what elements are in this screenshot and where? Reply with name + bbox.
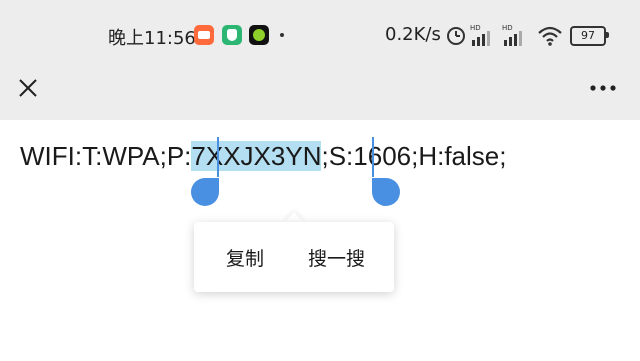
selection-handle-start[interactable] — [190, 137, 220, 207]
net-speed: 0.2K/s — [385, 24, 441, 45]
top-bar — [0, 70, 640, 120]
svg-text:HD: HD — [502, 24, 513, 32]
selection-handle-end[interactable] — [371, 137, 401, 207]
text-after-selection: ;S:1606;H:false; — [321, 141, 507, 171]
shield-app-icon — [222, 25, 242, 45]
video-app-icon — [194, 25, 214, 45]
green-dot-app-icon — [249, 25, 269, 45]
search-button[interactable]: 搜一搜 — [308, 244, 365, 271]
hd-signal-icon: HD — [502, 24, 522, 46]
selection-popup-menu: 复制 搜一搜 — [194, 222, 394, 292]
battery-icon: 97 — [570, 26, 606, 46]
svg-text:HD: HD — [470, 24, 481, 32]
copy-button[interactable]: 复制 — [226, 244, 264, 271]
text-before-selection: WIFI:T:WPA;P: — [20, 141, 192, 171]
status-time: 晚上11:56 — [108, 28, 196, 49]
battery-tip — [606, 32, 609, 38]
status-bar: 晚上11:56 0.2K/s HD HD 97 — [0, 0, 640, 70]
status-icons: HD HD — [447, 24, 562, 46]
notification-dot — [280, 33, 284, 37]
qr-content-text[interactable]: WIFI:T:WPA;P:7XXJX3YN;S:1606;H:false; — [20, 141, 506, 172]
alarm-icon — [447, 27, 465, 45]
wifi-icon — [538, 26, 562, 46]
more-icon[interactable] — [588, 78, 618, 98]
close-icon[interactable] — [14, 74, 42, 102]
hd-signal-icon: HD — [470, 24, 490, 46]
